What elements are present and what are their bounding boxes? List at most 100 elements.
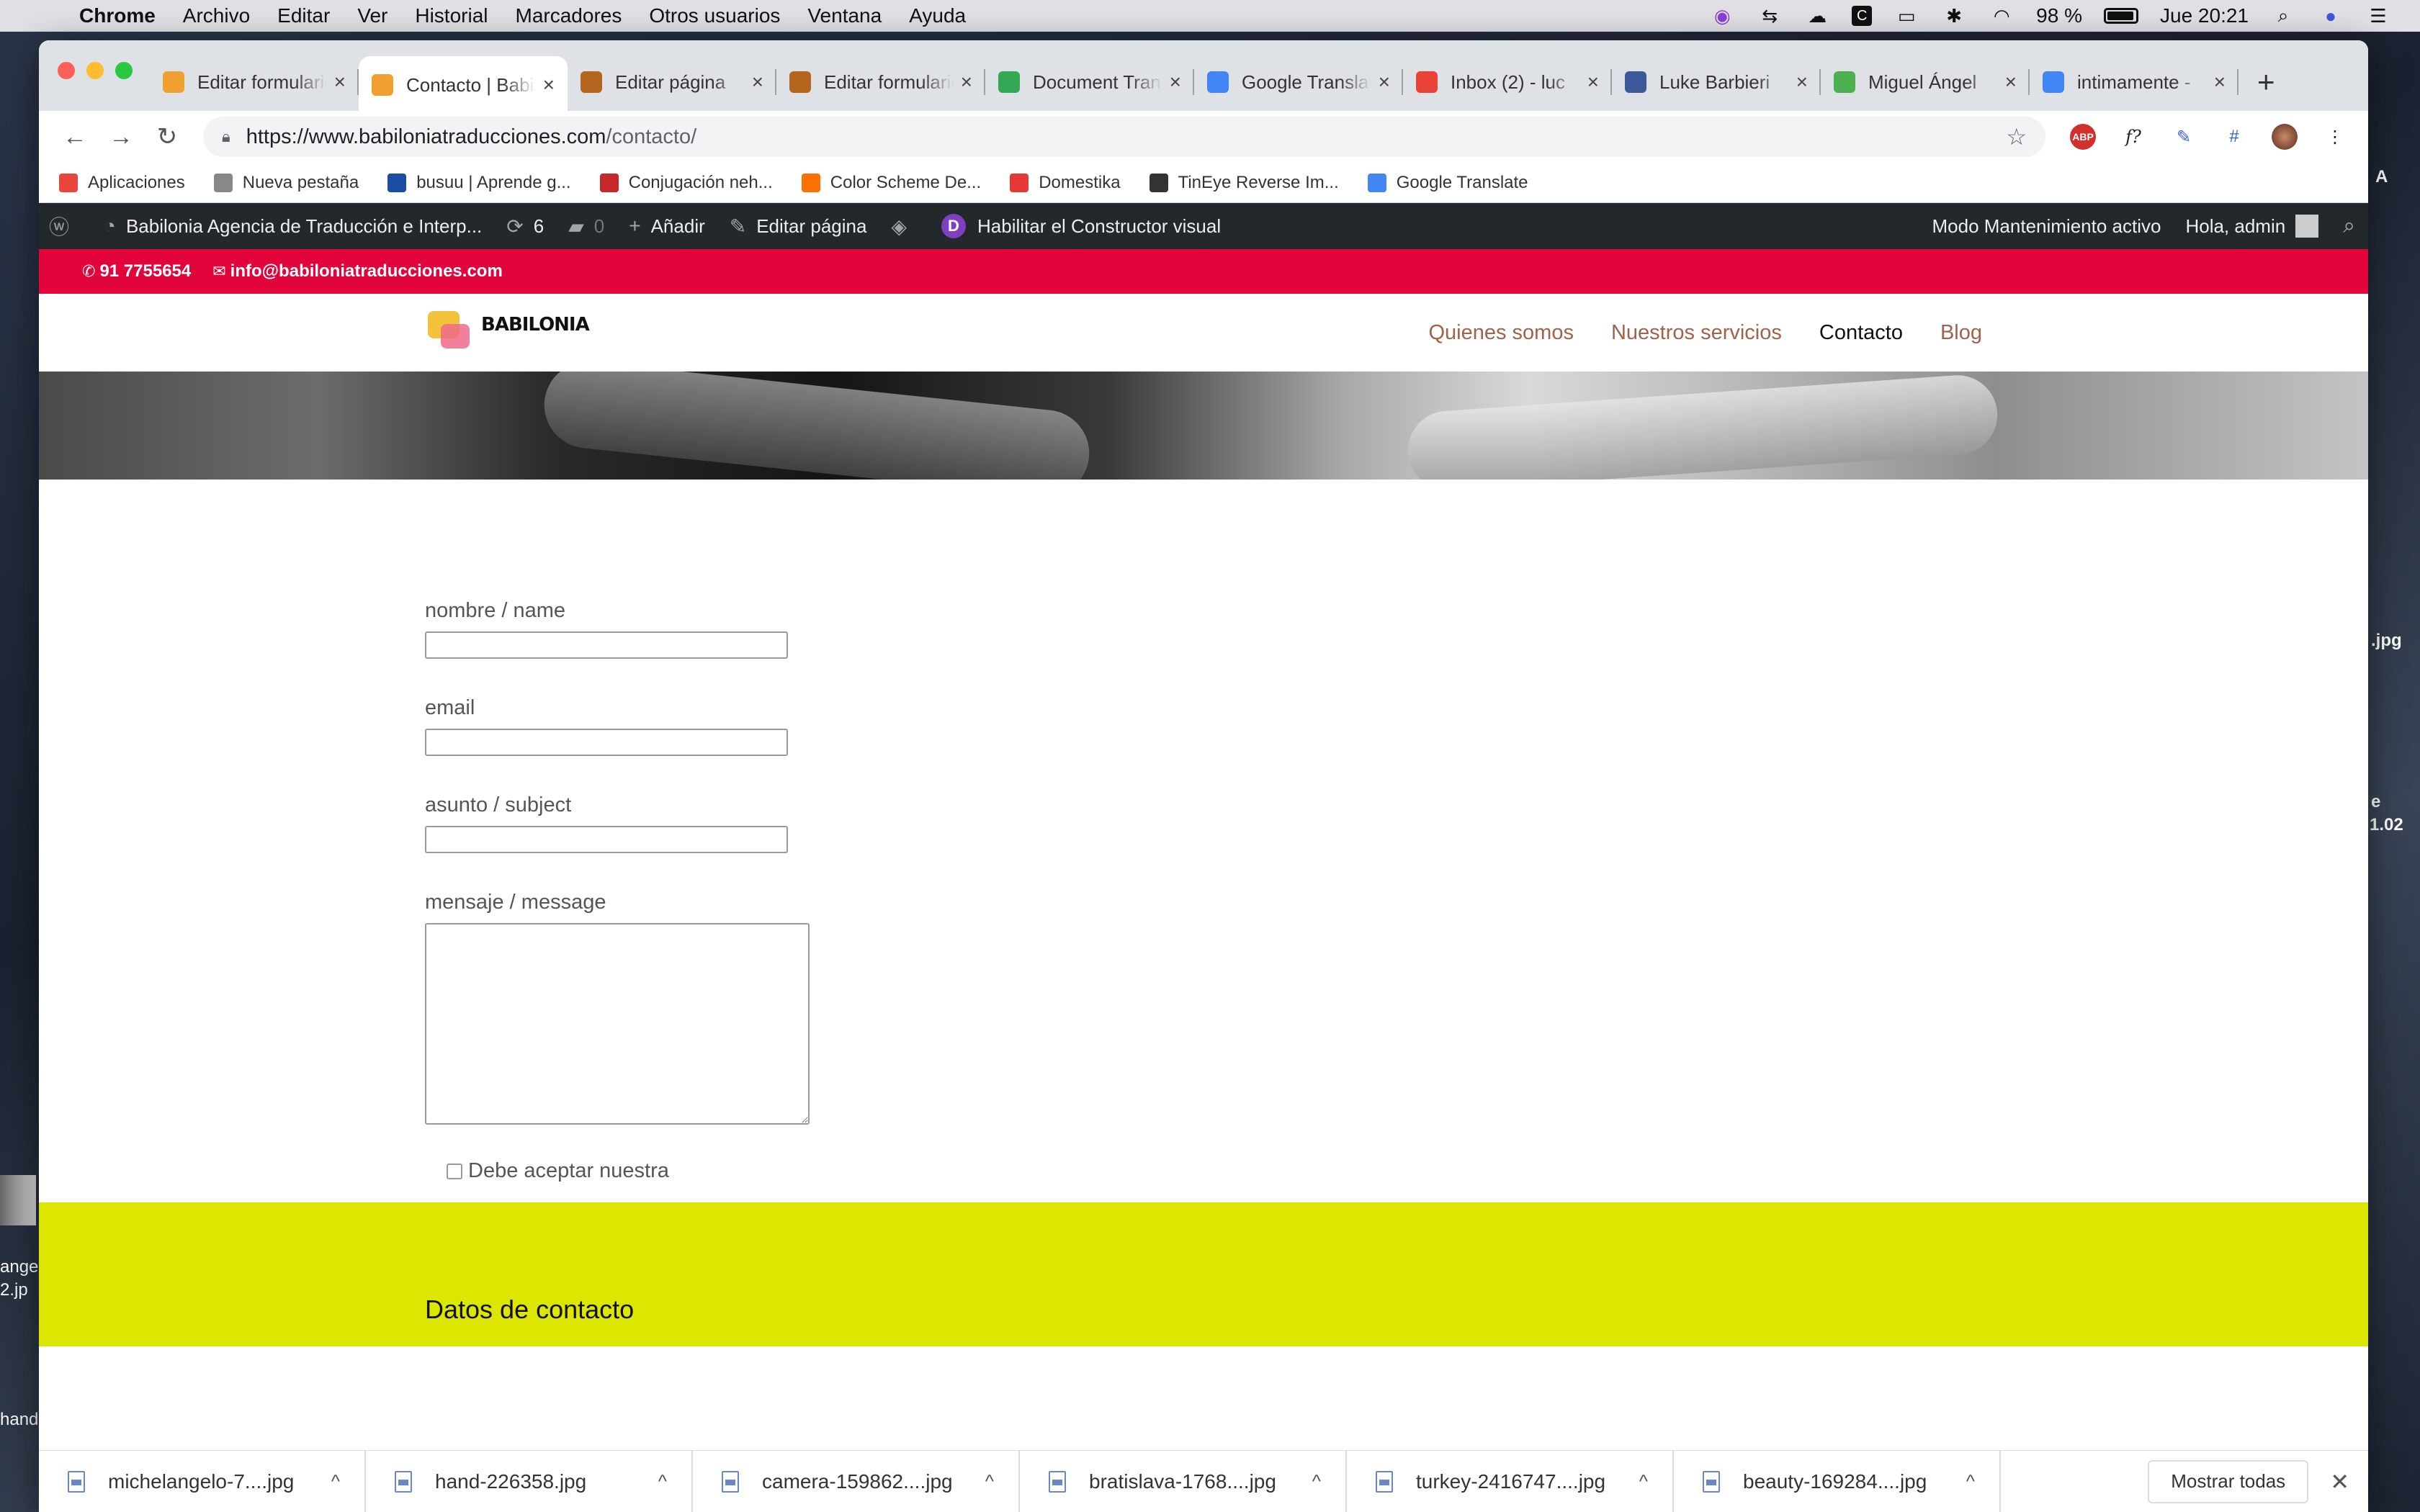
zoom-window-button[interactable]: [115, 62, 133, 79]
download-menu-caret-icon[interactable]: ^: [658, 1470, 667, 1493]
download-menu-caret-icon[interactable]: ^: [1312, 1470, 1321, 1493]
address-bar[interactable]: 🔒︎ https://www.babiloniatraducciones.com…: [203, 117, 2045, 157]
wp-edit-page[interactable]: ✎ Editar página: [730, 215, 867, 238]
accept-checkbox[interactable]: [447, 1163, 462, 1179]
bookmark-item[interactable]: Aplicaciones: [59, 173, 185, 193]
download-menu-caret-icon[interactable]: ^: [331, 1470, 340, 1493]
font-finder-icon[interactable]: f?: [2120, 124, 2146, 150]
tab-close-icon[interactable]: ×: [334, 71, 346, 94]
wp-add-new[interactable]: + Añadir: [629, 215, 705, 238]
tab-close-icon[interactable]: ×: [2214, 71, 2226, 94]
new-tab-button[interactable]: +: [2257, 53, 2275, 111]
bookmark-item[interactable]: busuu | Aprende g...: [387, 173, 571, 193]
bookmark-item[interactable]: Google Translate: [1367, 173, 1528, 193]
browser-tab[interactable]: Editar formulario ×: [776, 56, 985, 108]
wp-maintenance-mode[interactable]: Modo Mantenimiento activo: [1932, 215, 2161, 238]
bookmark-item[interactable]: Domestika: [1010, 173, 1121, 193]
browser-tab[interactable]: Editar formulario ×: [150, 56, 359, 108]
wp-account[interactable]: Hola, admin: [2185, 215, 2319, 238]
wp-comments[interactable]: ▰ 0: [568, 215, 604, 238]
c-app-icon[interactable]: C: [1852, 6, 1873, 26]
download-item[interactable]: camera-159862....jpg ^: [693, 1450, 1020, 1512]
wp-visual-builder[interactable]: D Habilitar el Constructor visual: [941, 214, 1221, 238]
eyedropper-icon[interactable]: ✎: [2171, 124, 2197, 150]
adblock-plus-icon[interactable]: ABP: [2070, 124, 2096, 150]
nav-blog[interactable]: Blog: [1940, 321, 1982, 345]
profile-avatar-icon[interactable]: [2272, 124, 2298, 150]
menu-ventana[interactable]: Ventana: [807, 4, 882, 27]
download-item[interactable]: hand-226358.jpg ^: [366, 1450, 693, 1512]
lock-icon[interactable]: 🔒︎: [222, 127, 230, 146]
menu-ver[interactable]: Ver: [357, 4, 387, 27]
bookmark-star-icon[interactable]: ☆: [2006, 123, 2027, 150]
nav-contacto[interactable]: Contacto: [1819, 321, 1903, 345]
browser-tab[interactable]: Editar página ×: [568, 56, 776, 108]
siri-icon[interactable]: ●: [2318, 5, 2344, 27]
bookmark-item[interactable]: Color Scheme De...: [801, 173, 981, 193]
notification-center-icon[interactable]: ☰: [2365, 5, 2391, 27]
spotlight-search-icon[interactable]: ⌕: [2270, 4, 2296, 27]
wp-search-icon[interactable]: ⌕: [2343, 214, 2355, 238]
browser-tab[interactable]: Google Translate ×: [1194, 56, 1403, 108]
menu-ayuda[interactable]: Ayuda: [909, 4, 966, 27]
wp-updates[interactable]: ⟳ 6: [506, 215, 544, 238]
close-downloads-icon[interactable]: ✕: [2330, 1468, 2349, 1495]
browser-tab[interactable]: Luke Barbieri ×: [1612, 56, 1821, 108]
download-menu-caret-icon[interactable]: ^: [1966, 1470, 1975, 1493]
download-item[interactable]: michelangelo-7....jpg ^: [39, 1450, 366, 1512]
top-bar-email[interactable]: ✉ info@babiloniatraducciones.com: [212, 261, 503, 282]
menu-otros-usuarios[interactable]: Otros usuarios: [649, 4, 780, 27]
airplay-icon[interactable]: ▭: [1894, 5, 1919, 27]
bookmark-item[interactable]: TinEye Reverse Im...: [1149, 173, 1339, 193]
browser-tab[interactable]: Contacto | Babilonia ×: [359, 56, 568, 114]
download-menu-caret-icon[interactable]: ^: [985, 1470, 994, 1493]
subject-field[interactable]: [425, 826, 788, 853]
creative-cloud-icon[interactable]: ◉: [1709, 5, 1735, 27]
sliders-icon[interactable]: ⇆: [1757, 5, 1783, 27]
close-window-button[interactable]: [58, 62, 75, 79]
tab-close-icon[interactable]: ×: [2005, 71, 2017, 94]
download-item[interactable]: bratislava-1768....jpg ^: [1020, 1450, 1347, 1512]
download-item[interactable]: beauty-169284....jpg ^: [1674, 1450, 2001, 1512]
wp-site-name[interactable]: ◔ Babilonia Agencia de Traducción e Inter…: [104, 215, 482, 238]
tab-close-icon[interactable]: ×: [752, 71, 763, 94]
browser-tab[interactable]: Miguel Ángel ×: [1821, 56, 2030, 108]
bluetooth-icon[interactable]: ✱: [1941, 5, 1967, 27]
battery-icon[interactable]: [2104, 8, 2138, 24]
browser-tab[interactable]: intimamente - ×: [2030, 56, 2238, 108]
cloud-icon[interactable]: ☁: [1804, 5, 1830, 27]
tab-close-icon[interactable]: ×: [961, 71, 972, 94]
nav-nuestros-servicios[interactable]: Nuestros servicios: [1611, 321, 1782, 345]
wordpress-logo-icon[interactable]: ⓦ: [49, 212, 79, 240]
show-all-downloads-button[interactable]: Mostrar todas: [2148, 1459, 2309, 1503]
name-field[interactable]: [425, 631, 788, 659]
download-item[interactable]: turkey-2416747....jpg ^: [1347, 1450, 1674, 1512]
bookmark-item[interactable]: Nueva pestaña: [213, 173, 359, 193]
menu-app-name[interactable]: Chrome: [79, 4, 156, 27]
menu-editar[interactable]: Editar: [277, 4, 330, 27]
menu-archivo[interactable]: Archivo: [183, 4, 250, 27]
download-menu-caret-icon[interactable]: ^: [1639, 1470, 1648, 1493]
accept-terms[interactable]: Debe aceptar nuestra: [447, 1159, 929, 1183]
menu-historial[interactable]: Historial: [415, 4, 488, 27]
message-textarea[interactable]: [425, 923, 810, 1125]
wp-seo-icon[interactable]: ◈: [891, 215, 917, 238]
back-button[interactable]: ←: [52, 114, 98, 160]
desktop-thumbnail[interactable]: [0, 1175, 36, 1225]
email-field[interactable]: [425, 729, 788, 756]
clock[interactable]: Jue 20:21: [2160, 4, 2249, 27]
browser-tab[interactable]: Document Translator ×: [985, 56, 1194, 108]
tab-close-icon[interactable]: ×: [1170, 71, 1181, 94]
forward-button[interactable]: →: [98, 114, 144, 160]
site-logo[interactable]: BABILONIA: [428, 311, 590, 348]
minimize-window-button[interactable]: [86, 62, 104, 79]
tab-close-icon[interactable]: ×: [543, 73, 555, 96]
grid-ruler-icon[interactable]: #: [2221, 124, 2247, 150]
browser-tab[interactable]: Inbox (2) - luc ×: [1403, 56, 1612, 108]
tab-close-icon[interactable]: ×: [1379, 71, 1390, 94]
bookmark-item[interactable]: Conjugación neh...: [599, 173, 773, 193]
tab-close-icon[interactable]: ×: [1796, 71, 1808, 94]
chrome-menu-icon[interactable]: ⋮: [2322, 124, 2348, 150]
top-bar-phone[interactable]: ✆ 91 7755654: [82, 261, 191, 282]
reload-button[interactable]: ↻: [144, 114, 190, 160]
